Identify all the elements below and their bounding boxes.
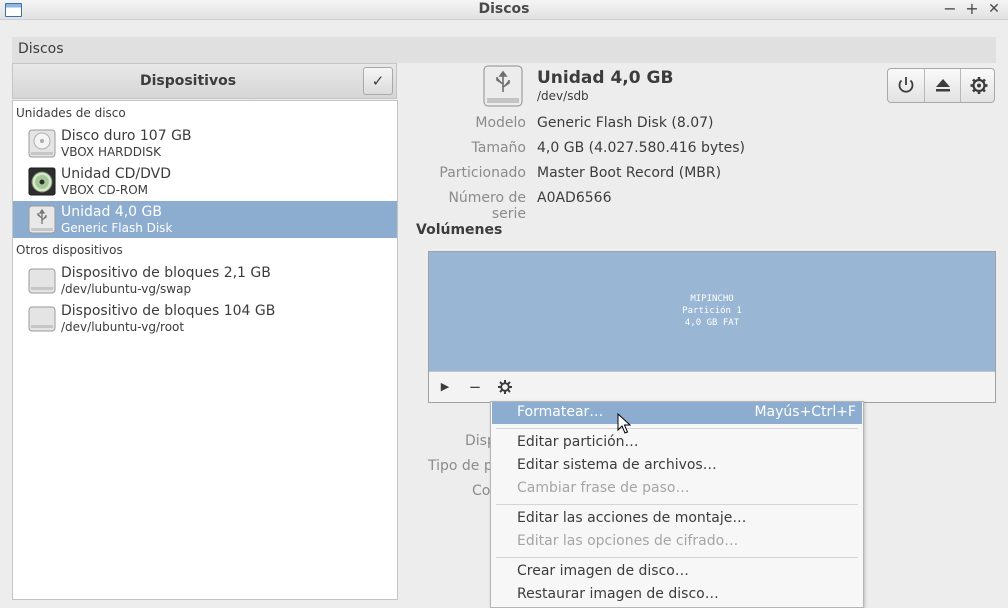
drive-toolbar <box>887 68 995 103</box>
partition-number: Partición 1 <box>682 306 742 316</box>
device-item-block-swap[interactable]: Dispositivo de bloques 2,1 GB /dev/lubun… <box>13 262 397 299</box>
optical-disc-icon <box>28 167 56 196</box>
info-label-size: Tamaño <box>471 140 526 156</box>
section-other-devices: Otros dispositivos <box>16 243 123 257</box>
usb-drive-icon <box>483 65 523 107</box>
device-item-cdrom[interactable]: Unidad CD/DVD VBOX CD-ROM <box>13 163 397 200</box>
usb-drive-icon <box>28 205 56 234</box>
partition-context-menu: Formatear… Mayús+Ctrl+F Editar partición… <box>490 401 864 608</box>
partition-label: MIPINCHO <box>690 294 734 304</box>
info-label-partitioning: Particionado <box>439 165 526 181</box>
delete-partition-button[interactable]: − <box>464 377 486 397</box>
menu-item-encryption-options: Editar las opciones de cifrado… <box>492 531 862 553</box>
menubar: Discos <box>12 37 996 63</box>
device-subtitle: /dev/lubuntu-vg/root <box>61 320 185 334</box>
checkmark-icon: ✓ <box>371 72 385 90</box>
menu-item-label: Editar sistema de archivos… <box>517 457 717 473</box>
info-value-partitioning: Master Boot Record (MBR) <box>537 165 722 181</box>
selection-mode-button[interactable]: ✓ <box>363 67 393 95</box>
menu-item-format[interactable]: Formatear… Mayús+Ctrl+F <box>492 402 862 424</box>
close-button[interactable]: ✕ <box>984 0 1004 20</box>
maximize-button[interactable]: + <box>962 0 982 20</box>
harddisk-icon <box>28 129 56 158</box>
block-device-icon <box>28 268 56 294</box>
device-item-usb[interactable]: Unidad 4,0 GB Generic Flash Disk <box>13 201 397 238</box>
menu-item-shortcut: Mayús+Ctrl+F <box>754 404 856 420</box>
device-name: Dispositivo de bloques 2,1 GB <box>61 265 271 281</box>
drive-title: Unidad 4,0 GB <box>537 68 674 88</box>
menu-item-label: Cambiar frase de paso… <box>517 480 690 496</box>
menu-item-mount-options[interactable]: Editar las acciones de montaje… <box>492 508 862 530</box>
section-disk-drives: Unidades de disco <box>16 106 126 120</box>
mount-play-button[interactable]: ▶ <box>434 377 456 397</box>
menu-item-label: Editar partición… <box>517 434 639 450</box>
gear-icon <box>970 77 988 94</box>
device-name: Disco duro 107 GB <box>61 128 192 144</box>
window-title: Discos <box>478 1 530 17</box>
device-subtitle: Generic Flash Disk <box>61 221 173 235</box>
menu-item-edit-partition[interactable]: Editar partición… <box>492 432 862 454</box>
device-subtitle: VBOX HARDDISK <box>61 145 162 159</box>
drive-path: /dev/sdb <box>537 89 589 103</box>
block-device-icon <box>28 306 56 332</box>
menu-item-label: Editar las opciones de cifrado… <box>517 533 739 549</box>
menu-separator <box>496 557 858 558</box>
info-label-model: Modelo <box>475 115 526 131</box>
menu-item-label: Restaurar imagen de disco… <box>517 586 719 602</box>
device-subtitle: /dev/lubuntu-vg/swap <box>61 282 192 296</box>
power-icon <box>898 77 914 93</box>
eject-button[interactable] <box>924 69 960 102</box>
menu-item-change-passphrase: Cambiar frase de paso… <box>492 478 862 500</box>
device-item-block-root[interactable]: Dispositivo de bloques 104 GB /dev/lubun… <box>13 300 397 337</box>
volume-toolbar: ▶ − <box>429 371 995 402</box>
eject-icon <box>936 79 950 92</box>
info-label-serial: Número de serie <box>448 190 526 222</box>
menu-item-create-image[interactable]: Crear imagen de disco… <box>492 561 862 583</box>
device-name: Unidad 4,0 GB <box>61 204 162 220</box>
menu-separator <box>496 428 858 429</box>
device-subtitle: VBOX CD-ROM <box>61 183 149 197</box>
volume-map: MIPINCHO Partición 1 4,0 GB FAT ▶ − <box>428 251 996 403</box>
menu-item-edit-filesystem[interactable]: Editar sistema de archivos… <box>492 455 862 477</box>
partition-size-type: 4,0 GB FAT <box>684 318 740 328</box>
sidebar-header: Dispositivos ✓ <box>12 63 397 99</box>
menu-discos[interactable]: Discos <box>18 41 64 57</box>
volumes-heading: Volúmenes <box>416 222 503 238</box>
drive-settings-button[interactable] <box>960 69 996 102</box>
partial-label-contents: Co <box>472 483 491 499</box>
device-name: Unidad CD/DVD <box>61 166 171 182</box>
window-titlebar: Discos − + ✕ <box>0 0 1008 20</box>
gear-icon <box>498 380 512 394</box>
menu-item-label: Formatear… <box>517 404 604 420</box>
menu-item-label: Crear imagen de disco… <box>517 563 689 579</box>
partition-block[interactable]: MIPINCHO Partición 1 4,0 GB FAT <box>429 252 995 371</box>
info-value-size: 4,0 GB (4.027.580.416 bytes) <box>537 140 745 156</box>
partition-settings-button[interactable] <box>494 377 516 397</box>
menu-item-label: Editar las acciones de montaje… <box>517 510 747 526</box>
minimize-button[interactable]: − <box>940 0 960 20</box>
partial-label-partition-type: Tipo de p <box>428 458 493 474</box>
device-item-harddisk[interactable]: Disco duro 107 GB VBOX HARDDISK <box>13 125 397 162</box>
mouse-cursor-icon <box>617 413 632 434</box>
power-off-button[interactable] <box>888 69 924 102</box>
device-list: Unidades de disco Disco duro 107 GB VBOX… <box>12 100 398 600</box>
menu-separator <box>496 504 858 505</box>
menu-item-restore-image[interactable]: Restaurar imagen de disco… <box>492 584 862 606</box>
info-value-serial: A0AD6566 <box>537 190 612 206</box>
sidebar-title: Dispositivos <box>139 73 237 89</box>
info-value-model: Generic Flash Disk (8.07) <box>537 115 714 131</box>
device-name: Dispositivo de bloques 104 GB <box>61 303 276 319</box>
